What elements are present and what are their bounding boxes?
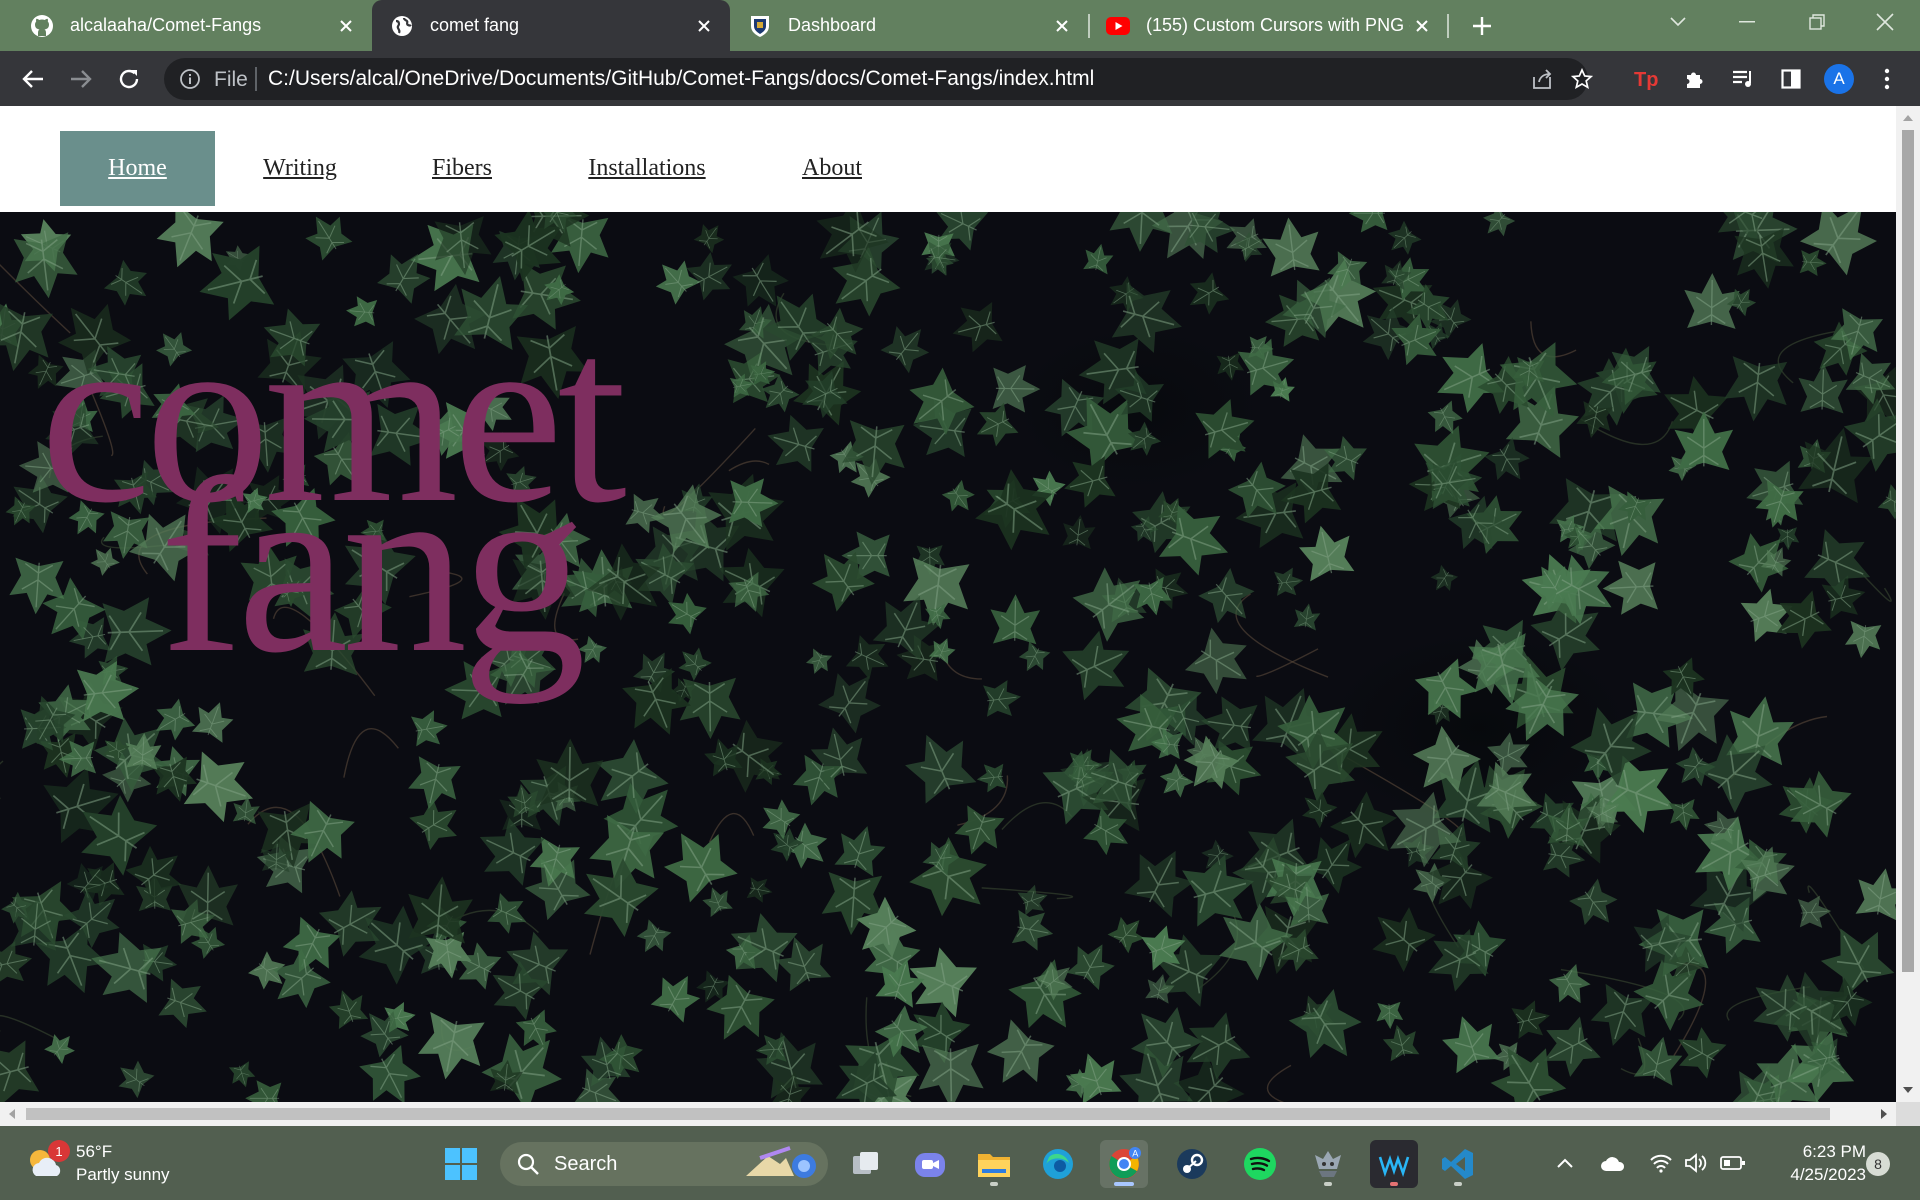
tab-title: alcalaaha/Comet-Fangs [70,15,262,35]
horizontal-scrollbar[interactable] [0,1102,1896,1126]
close-tab-icon[interactable] [334,14,358,38]
scroll-left-arrow-icon[interactable] [6,1108,18,1120]
battery-icon[interactable] [1720,1150,1746,1176]
tab-title: Dashboard [788,15,877,35]
globe-icon [390,14,414,38]
restore-button[interactable] [1782,0,1852,44]
search-icon [516,1152,540,1176]
svg-text:A: A [1132,1149,1138,1159]
scrollbar-corner [1896,1102,1920,1126]
share-icon[interactable] [1530,67,1554,91]
screen: alcalaaha/Comet-Fangs comet fang Dashboa… [0,0,1920,1200]
scheme-label: File [214,68,248,91]
svg-text:Tp: Tp [1634,69,1658,90]
tab-title: (155) Custom Cursors with PNG c [1146,15,1410,35]
new-tab-button[interactable] [1468,12,1496,40]
close-window-button[interactable] [1850,0,1920,44]
bookmark-star-icon[interactable] [1570,67,1594,91]
running-indicator [1390,1182,1398,1186]
game-icon[interactable] [1304,1140,1352,1188]
search-label: Search [554,1153,618,1175]
scroll-down-arrow-icon[interactable] [1902,1084,1914,1096]
info-icon[interactable] [178,67,202,91]
spotify-icon[interactable] [1236,1140,1284,1188]
onedrive-cloud-icon[interactable] [1600,1150,1626,1176]
vertical-scrollbar[interactable] [1896,106,1920,1102]
teams-meet-icon[interactable] [906,1140,954,1188]
tab-strip: alcalaaha/Comet-Fangs comet fang Dashboa… [0,0,1920,51]
active-indicator [1114,1182,1134,1186]
tab-dashboard[interactable]: Dashboard [730,0,1088,51]
vertical-scroll-thumb[interactable] [1902,130,1914,972]
url-text[interactable]: C:/Users/alcal/OneDrive/Documents/GitHub… [268,67,1094,91]
horizontal-scroll-thumb[interactable] [26,1108,1830,1120]
nav-link-about[interactable]: About [770,131,894,206]
nav-link-home[interactable]: Home [60,131,215,206]
site-nav: Home Writing Fibers Installations About [0,106,1896,212]
more-menu-icon[interactable] [1870,62,1904,96]
address-bar[interactable]: File C:/Users/alcal/OneDrive/Documents/G… [164,58,1593,100]
nav-link-fibers[interactable]: Fibers [400,131,524,206]
side-panel-icon[interactable] [1774,62,1808,96]
task-view-icon[interactable] [842,1140,890,1188]
omnibox-divider [255,67,257,91]
tab-github[interactable]: alcalaaha/Comet-Fangs [0,0,372,51]
minimize-button[interactable] [1712,0,1782,44]
profile-avatar[interactable]: A [1824,64,1854,94]
running-indicator [1324,1182,1332,1186]
reload-button[interactable] [112,62,146,96]
vscode-icon[interactable] [1434,1140,1482,1188]
page-viewport: Home Writing Fibers Installations About … [0,106,1896,1102]
chrome-icon[interactable]: A [1100,1140,1148,1188]
scroll-right-arrow-icon[interactable] [1878,1108,1890,1120]
media-control-icon[interactable] [1726,62,1760,96]
steam-icon[interactable] [1168,1140,1216,1188]
tray-chevron-up-icon[interactable] [1552,1150,1578,1176]
weather-condition: Partly sunny [76,1165,170,1184]
forward-button[interactable] [64,62,98,96]
system-clock[interactable]: 6:23 PM 4/25/2023 [1766,1140,1866,1186]
typing-extension-icon[interactable]: Tp [1630,62,1664,96]
scroll-up-arrow-icon[interactable] [1902,112,1914,124]
site-title: comet fang [40,292,627,692]
github-icon [30,14,54,38]
back-button[interactable] [16,62,50,96]
clock-date: 4/25/2023 [1790,1165,1866,1184]
waves-app-icon[interactable] [1370,1140,1418,1188]
running-indicator [1454,1182,1462,1186]
close-tab-icon[interactable] [1050,14,1074,38]
search-highlight-art-icon [742,1146,820,1182]
browser-toolbar: File C:/Users/alcal/OneDrive/Documents/G… [0,51,1920,106]
tab-separator [1447,14,1449,38]
taskbar-search-box[interactable]: Search [500,1142,828,1186]
hero-ivy-background: comet fang [0,212,1896,1102]
shield-crest-icon [748,14,772,38]
start-windows-icon[interactable] [437,1140,485,1188]
nav-link-writing[interactable]: Writing [240,131,360,206]
youtube-icon [1106,14,1130,38]
tab-comet-fang[interactable]: comet fang [372,0,730,51]
file-explorer-icon[interactable] [970,1140,1018,1188]
volume-icon[interactable] [1683,1150,1709,1176]
notification-count-badge[interactable]: 8 [1866,1152,1890,1176]
close-tab-icon[interactable] [692,14,716,38]
tab-search-chevron-icon[interactable] [1645,0,1711,44]
close-tab-icon[interactable] [1410,14,1434,38]
weather-widget[interactable]: 1 56°F Partly sunny [26,1140,186,1188]
wifi-icon[interactable] [1648,1150,1674,1176]
weather-temp: 56°F [76,1142,113,1161]
clock-time: 6:23 PM [1802,1142,1866,1161]
tab-title: comet fang [430,15,520,35]
edge-icon[interactable] [1034,1140,1082,1188]
running-indicator [990,1182,998,1186]
extensions-puzzle-icon[interactable] [1678,62,1712,96]
tab-youtube[interactable]: (155) Custom Cursors with PNG c [1090,0,1448,51]
windows-taskbar: 1 56°F Partly sunny Search A 6:23 PM 4/2… [0,1126,1920,1200]
weather-alert-badge: 1 [48,1140,70,1162]
nav-link-installations[interactable]: Installations [566,131,728,206]
